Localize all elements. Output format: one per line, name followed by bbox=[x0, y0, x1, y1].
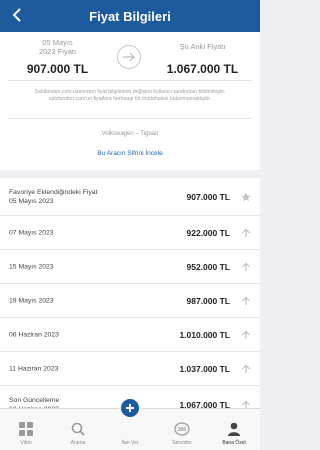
initial-price-label: 05 Mayıs 2023 Fiyatı bbox=[38, 38, 77, 56]
tab-label: Servisler bbox=[172, 440, 192, 446]
arrow-up-icon bbox=[240, 261, 252, 273]
tab-servisler[interactable]: 360 Servisler bbox=[156, 409, 208, 450]
history-date: 07 Mayıs 2023 bbox=[9, 229, 54, 236]
current-price-block: Şu Anki Fiyatı 1.067.000 TL bbox=[145, 38, 260, 76]
price-history-row: 19 Mayıs 2023 987.000 TL bbox=[0, 284, 260, 318]
navigation-bar: Fiyat Bilgileri bbox=[0, 0, 260, 32]
services-360-icon: 360 bbox=[174, 421, 190, 437]
tab-bana-ozel[interactable]: Bana Özel bbox=[208, 409, 260, 450]
divider bbox=[8, 80, 252, 81]
view-vehicle-link[interactable]: Bu Aracın Sifrini İncele bbox=[0, 150, 260, 157]
history-date: 19 Mayıs 2023 bbox=[9, 297, 54, 304]
price-history-row: 06 Haziran 2023 1.010.000 TL bbox=[0, 318, 260, 352]
arrow-up-icon bbox=[240, 329, 252, 341]
svg-text:360: 360 bbox=[178, 427, 187, 433]
back-button[interactable] bbox=[6, 4, 28, 26]
price-history-row: Favoriye Eklendiğindeki Fiyat 05 Mayıs 2… bbox=[0, 178, 260, 216]
tab-label: Bana Özel bbox=[222, 440, 246, 446]
tab-label: Arama bbox=[70, 440, 86, 446]
history-price: 1.037.000 TL bbox=[179, 363, 230, 374]
history-price: 922.000 TL bbox=[186, 227, 230, 238]
current-price-value: 1.067.000 TL bbox=[166, 62, 239, 76]
price-history-list: Favoriye Eklendiğindeki Fiyat 05 Mayıs 2… bbox=[0, 178, 260, 424]
initial-price-value: 907.000 TL bbox=[26, 62, 89, 76]
chevron-left-icon bbox=[12, 8, 21, 22]
tab-bar: Vitrin Arama İlan Ver 360 Servisler Bana… bbox=[0, 397, 260, 450]
search-icon bbox=[70, 421, 86, 437]
tab-label: İlan Ver bbox=[121, 440, 139, 446]
vehicle-name: Volkswagen – Tiguan bbox=[101, 131, 159, 137]
person-icon bbox=[226, 421, 242, 437]
divider bbox=[8, 118, 252, 119]
history-date: Favoriye Eklendiğindeki Fiyat 05 Mayıs 2… bbox=[9, 188, 98, 205]
price-history-row: 15 Mayıs 2023 952.000 TL bbox=[0, 250, 260, 284]
arrow-up-icon bbox=[240, 227, 252, 239]
history-price: 1.010.000 TL bbox=[179, 329, 230, 340]
grid-icon bbox=[18, 421, 34, 437]
price-summary-card: 05 Mayıs 2023 Fiyatı 907.000 TL Şu Anki … bbox=[0, 32, 260, 170]
price-history-row: 07 Mayıs 2023 922.000 TL bbox=[0, 216, 260, 250]
page-title: Fiyat Bilgileri bbox=[89, 8, 171, 24]
history-date: 06 Haziran 2023 bbox=[9, 331, 59, 338]
tab-label: Vitrin bbox=[20, 440, 32, 446]
disclaimer-text: Sahibinden.com üzerinden fiyat bilgileri… bbox=[34, 89, 226, 102]
current-price-label: Şu Anki Fiyatı bbox=[179, 42, 226, 51]
plus-icon bbox=[119, 397, 141, 419]
price-history-row: 11 Haziran 2023 1.037.000 TL bbox=[0, 352, 260, 386]
arrow-right-icon bbox=[117, 45, 141, 69]
arrow-up-icon bbox=[240, 363, 252, 375]
star-icon bbox=[240, 191, 252, 203]
initial-price-block: 05 Mayıs 2023 Fiyatı 907.000 TL bbox=[0, 38, 115, 76]
history-price: 907.000 TL bbox=[186, 191, 230, 202]
history-date: 15 Mayıs 2023 bbox=[9, 263, 54, 270]
history-price: 952.000 TL bbox=[186, 261, 230, 272]
history-date: 11 Haziran 2023 bbox=[9, 365, 59, 372]
tab-arama[interactable]: Arama bbox=[52, 409, 104, 450]
app-root: Fiyat Bilgileri 05 Mayıs 2023 Fiyatı 907… bbox=[0, 0, 260, 450]
tab-ilan-ver[interactable]: İlan Ver bbox=[104, 397, 156, 450]
history-price: 987.000 TL bbox=[186, 295, 230, 306]
arrow-up-icon bbox=[240, 295, 252, 307]
tab-vitrin[interactable]: Vitrin bbox=[0, 409, 52, 450]
